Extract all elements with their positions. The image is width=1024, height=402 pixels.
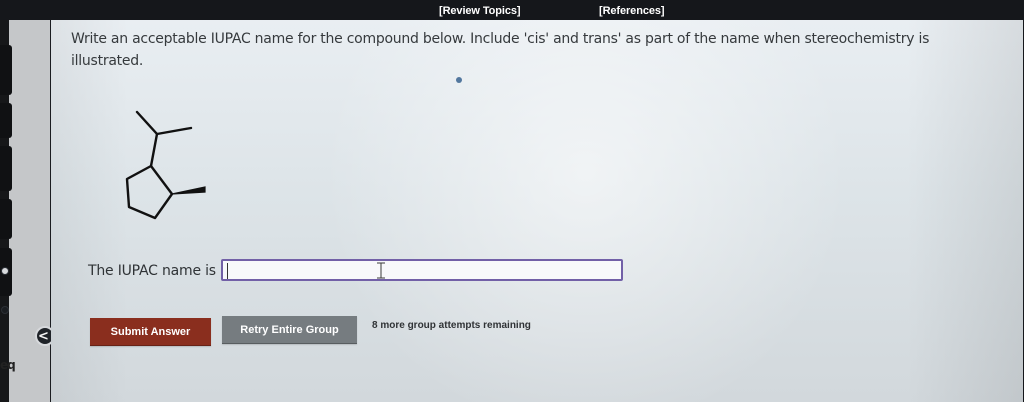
attempts-remaining-text: 8 more group attempts remaining: [372, 320, 531, 331]
question-screen: [Review Topics] [References] eq < Write …: [0, 0, 1024, 402]
iupac-name-input[interactable]: [221, 259, 623, 281]
rail-tab: [0, 103, 12, 138]
retry-entire-group-button[interactable]: Retry Entire Group: [222, 316, 357, 344]
status-circle-icon: [1, 306, 9, 314]
rail-tab: [0, 45, 12, 95]
question-panel: Write an acceptable IUPAC name for the c…: [51, 20, 1023, 402]
rail-tab: [0, 199, 12, 239]
submit-answer-button[interactable]: Submit Answer: [90, 318, 211, 346]
left-rail-label: eq: [0, 358, 16, 372]
blue-dot-marker: [456, 77, 462, 83]
question-text: Write an acceptable IUPAC name for the c…: [71, 31, 930, 69]
review-topics-link[interactable]: [Review Topics]: [439, 5, 521, 17]
chevron-left-icon: <: [38, 329, 49, 344]
cyclopentane-skeletal-structure-icon: [125, 110, 206, 220]
references-link[interactable]: [References]: [599, 5, 665, 17]
top-navigation-bar: [Review Topics] [References]: [0, 0, 1024, 20]
status-circle-icon: [1, 267, 9, 275]
rail-tab: [0, 146, 12, 191]
answer-label: The IUPAC name is: [88, 263, 216, 279]
